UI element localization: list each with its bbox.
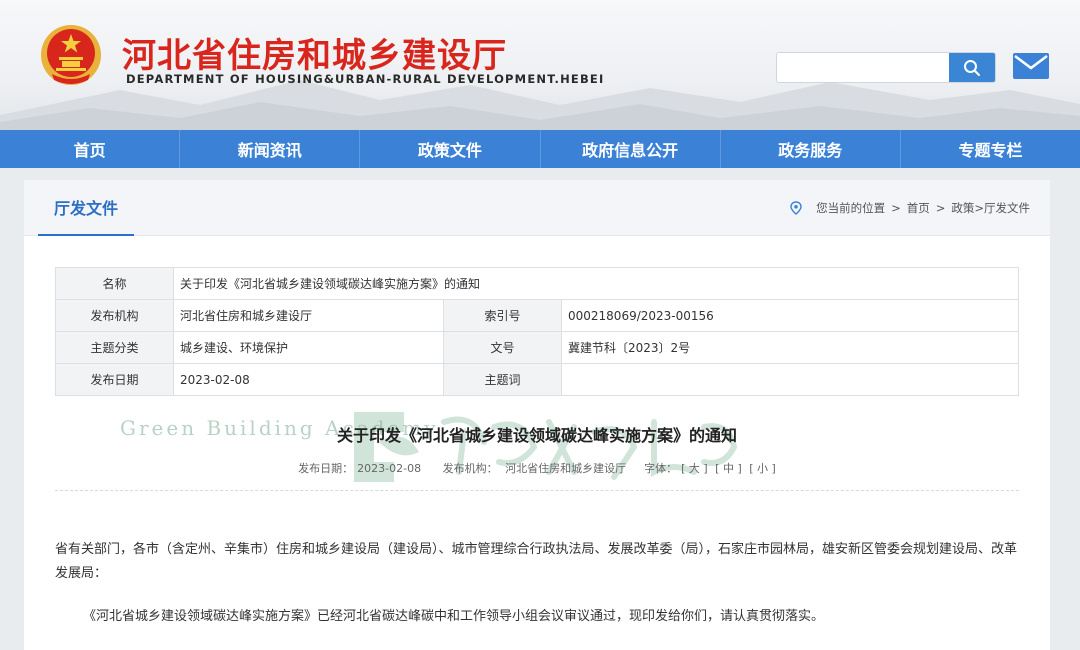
table-row: 主题分类 城乡建设、环境保护 文号 冀建节科〔2023〕2号 [55,331,1019,364]
article-paragraph: 省有关部门，各市（含定州、辛集市）住房和城乡建设局（建设局）、城市管理综合行政执… [55,542,1018,581]
keyword-value [561,363,1019,396]
docno-label: 文号 [443,331,562,364]
watermark-logo [354,412,738,482]
breadcrumb-path-link[interactable]: 政策>厅发文件 [951,200,1030,216]
search-button[interactable] [949,53,995,82]
article-paragraph: 《河北省城乡建设领域碳达峰实施方案》已经河北省碳达峰碳中和工作领导小组会议审议通… [83,609,825,624]
topic-value: 城乡建设、环境保护 [173,331,444,364]
name-value: 关于印发《河北省城乡建设领域碳达峰实施方案》的通知 [173,267,1019,300]
topic-label: 主题分类 [55,331,174,364]
main-nav: 首页 新闻资讯 政策文件 政府信息公开 政务服务 专题专栏 [0,130,1080,168]
site-subtitle: DEPARTMENT OF HOUSING&URBAN-RURAL DEVELO… [126,72,605,86]
font-large-button[interactable]: [ 大 ] [681,462,708,475]
site-title[interactable]: 河北省住房和城乡建设厅 [122,28,507,77]
divider [55,490,1019,491]
font-medium-button[interactable]: [ 中 ] [715,462,742,475]
meta-org-label: 发布机构： [442,462,498,475]
nav-item-policy[interactable]: 政策文件 [360,130,541,168]
meta-org: 河北省住房和城乡建设厅 [505,462,627,475]
content-card: 厅发文件 您当前的位置 > 首页 > 政策>厅发文件 名称 关于印发《河北省城乡… [24,180,1050,650]
keyword-label: 主题词 [443,363,562,396]
issuer-value: 河北省住房和城乡建设厅 [173,299,444,332]
index-label: 索引号 [443,299,562,332]
table-row: 发布日期 2023-02-08 主题词 [55,363,1019,396]
mail-icon[interactable] [1012,52,1050,80]
nav-item-home[interactable]: 首页 [0,130,181,168]
tab-office-documents[interactable]: 厅发文件 [38,180,134,236]
nav-item-topics[interactable]: 专题专栏 [901,130,1080,168]
meta-date-label: 发布日期： [298,462,354,475]
date-label: 发布日期 [55,363,174,396]
index-value: 000218069/2023-00156 [561,299,1019,332]
section-tabbar: 厅发文件 您当前的位置 > 首页 > 政策>厅发文件 [24,180,1050,236]
breadcrumb-prefix: 您当前的位置 [816,201,886,215]
breadcrumb: 您当前的位置 > 首页 > 政策>厅发文件 [790,200,1030,216]
search-box [776,52,996,83]
document-info-table: 名称 关于印发《河北省城乡建设领域碳达峰实施方案》的通知 发布机构 河北省住房和… [55,267,1019,396]
nav-item-services[interactable]: 政务服务 [721,130,901,168]
search-icon [964,59,980,76]
breadcrumb-separator: > [935,201,946,215]
article-title: 关于印发《河北省城乡建设领域碳达峰实施方案》的通知 [336,426,737,445]
search-input[interactable] [777,53,951,82]
breadcrumb-home-link[interactable]: 首页 [907,200,930,216]
location-pin-icon [790,201,802,215]
font-small-button[interactable]: [ 小 ] [749,462,776,475]
name-label: 名称 [55,267,174,300]
table-row: 名称 关于印发《河北省城乡建设领域碳达峰实施方案》的通知 [55,267,1019,300]
nav-item-gov-info[interactable]: 政府信息公开 [541,130,721,168]
breadcrumb-separator: > [891,201,901,215]
meta-font-label: 字体： [644,462,678,475]
table-row: 发布机构 河北省住房和城乡建设厅 索引号 000218069/2023-0015… [55,299,1019,332]
nav-item-news[interactable]: 新闻资讯 [180,130,361,168]
docno-value: 冀建节科〔2023〕2号 [561,331,1019,364]
date-value: 2023-02-08 [173,363,444,396]
site-header: 河北省住房和城乡建设厅 DEPARTMENT OF HOUSING&URBAN-… [0,0,1080,130]
article-meta: 发布日期： 2023-02-08 发布机构： 河北省住房和城乡建设厅 字体：[ 大… [24,460,1050,476]
issuer-label: 发布机构 [55,299,174,332]
meta-date: 2023-02-08 [357,462,422,475]
national-emblem-icon [41,25,101,85]
